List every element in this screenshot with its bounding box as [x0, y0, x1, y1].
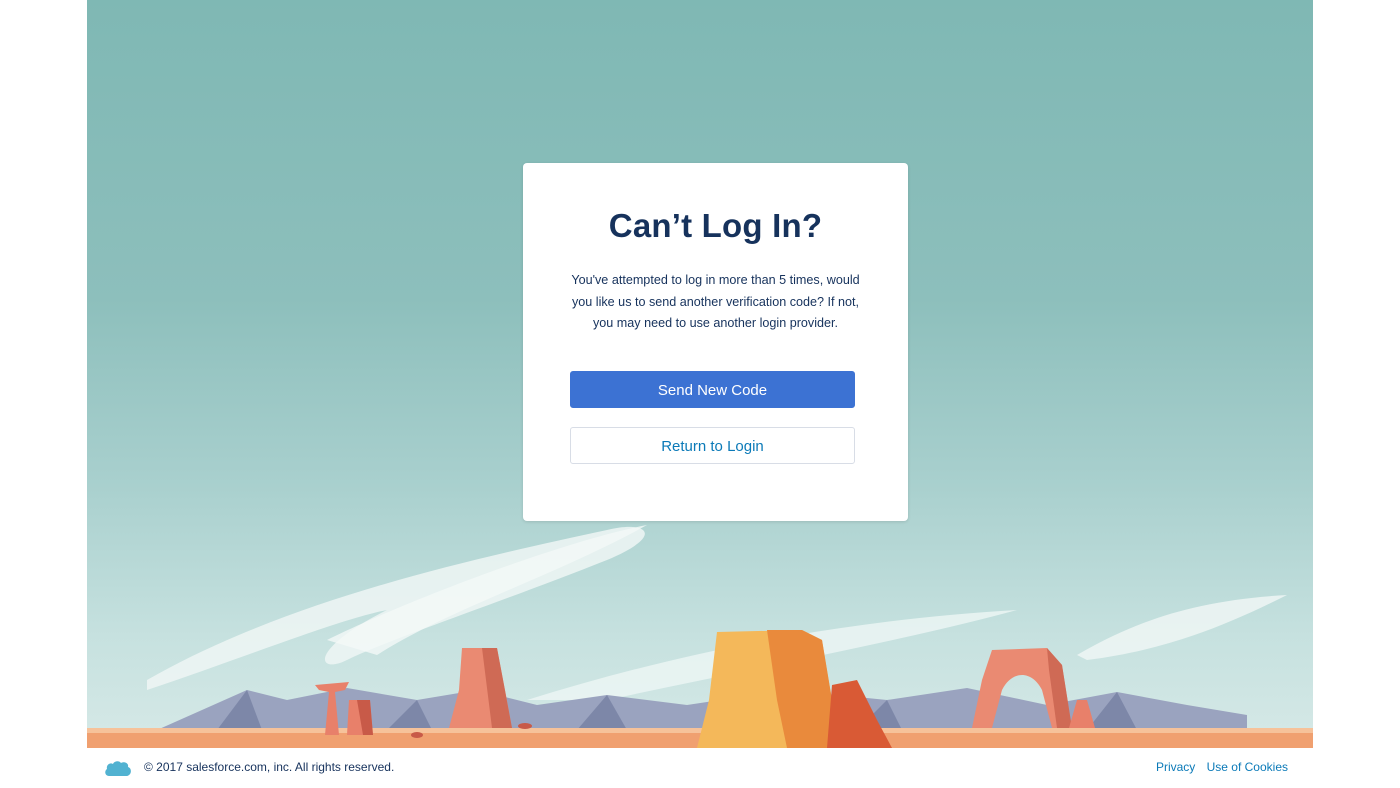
footer-links: Privacy Use of Cookies [1148, 760, 1288, 774]
salesforce-cloud-icon [105, 761, 131, 776]
lockout-message: You've attempted to log in more than 5 t… [571, 273, 860, 330]
page-title: Can’t Log In? [608, 207, 823, 244]
login-card: Can’t Log In? You've attempted to log in… [523, 163, 908, 521]
send-new-code-button[interactable]: Send New Code [570, 371, 855, 408]
footer: © 2017 salesforce.com, inc. All rights r… [87, 748, 1313, 788]
use-of-cookies-link[interactable]: Use of Cookies [1207, 760, 1288, 774]
privacy-link[interactable]: Privacy [1156, 760, 1195, 774]
copyright-text: © 2017 salesforce.com, inc. All rights r… [144, 760, 395, 774]
return-to-login-button[interactable]: Return to Login [570, 427, 855, 464]
